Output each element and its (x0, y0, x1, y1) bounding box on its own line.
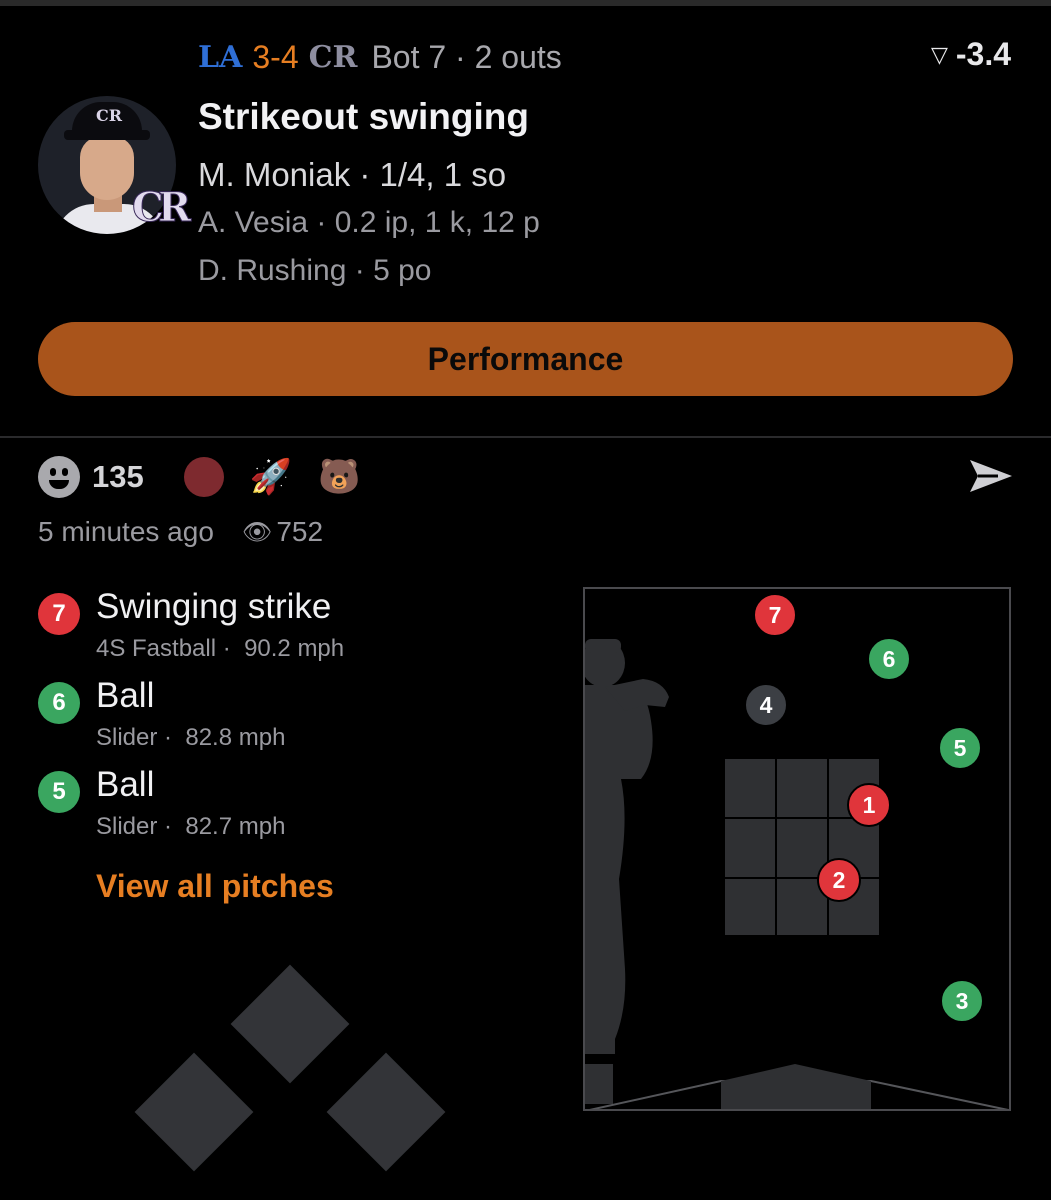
team-logo-badge: CR (131, 184, 191, 232)
pitcher-line[interactable]: A. Vesia · 0.2 ip, 1 k, 12 p (198, 206, 540, 240)
bases-diamond (134, 964, 446, 1172)
top-border (0, 0, 1051, 6)
cap-logo-icon: CR (96, 106, 123, 125)
divider (0, 436, 1051, 438)
performance-button[interactable]: Performance (38, 322, 1013, 396)
win-probability-arrow-icon: ▽ (930, 41, 948, 67)
smiley-reaction-icon[interactable] (38, 456, 80, 498)
pitch-marker[interactable]: 6 (867, 637, 911, 681)
play-title: Strikeout swinging (198, 96, 529, 137)
views-icon: 👁 (241, 518, 273, 546)
view-count: 752 (276, 516, 324, 547)
reactions-bar: 135 🚀 🐻 (38, 452, 360, 502)
strike-zone-plot[interactable]: 1 2 3 4 5 6 7 (583, 587, 1011, 1111)
pitch-result: Swinging strike (96, 587, 332, 626)
pitch-marker[interactable]: 5 (938, 726, 982, 770)
strike-zone-grid (725, 759, 879, 935)
reaction-count: 135 (92, 459, 144, 494)
time-ago: 5 minutes ago (38, 516, 214, 547)
pitch-speed: 82.8 mph (185, 724, 286, 751)
share-icon[interactable] (968, 456, 1014, 496)
inning-info: Bot 7 · 2 outs (371, 38, 562, 75)
pitch-marker[interactable]: 4 (744, 683, 788, 727)
pitch-number-badge: 6 (38, 682, 80, 724)
rockies-logo-icon: CR (308, 39, 358, 75)
pitch-type: Slider (96, 724, 158, 751)
pitch-number-badge: 7 (38, 593, 80, 635)
pitch-detail: Slider · 82.7 mph (96, 813, 286, 840)
home-plate (589, 1064, 1009, 1109)
batter-line[interactable]: M. Moniak · 1/4, 1 so (198, 156, 506, 194)
win-probability-delta: -3.4 (955, 36, 1011, 72)
score: 3-4 (252, 38, 299, 75)
win-probability[interactable]: ▽ -3.4 (931, 36, 1011, 73)
pitch-speed: 82.7 mph (185, 813, 286, 840)
batter-silhouette-icon (585, 639, 669, 1104)
pitch-marker[interactable]: 1 (847, 783, 891, 827)
fielder-line[interactable]: D. Rushing · 5 po (198, 254, 431, 288)
rocket-reaction-icon[interactable]: 🚀 (250, 457, 292, 497)
pitch-type: 4S Fastball (96, 635, 217, 662)
game-score-header[interactable]: LA 3-4 CR Bot 7 · 2 outs (198, 34, 562, 80)
pitch-result: Ball (96, 676, 155, 715)
pitch-marker[interactable]: 3 (940, 979, 984, 1023)
pitch-detail: Slider · 82.8 mph (96, 724, 286, 751)
pitch-marker[interactable]: 2 (817, 858, 861, 902)
third-base-icon (134, 1052, 254, 1172)
dodgers-logo-icon: LA (198, 39, 243, 75)
pitch-marker[interactable]: 7 (753, 593, 797, 637)
second-base-icon (230, 964, 350, 1084)
red-circle-reaction-icon[interactable] (183, 457, 224, 497)
pitch-speed: 90.2 mph (244, 635, 345, 662)
pitch-type: Slider (96, 813, 158, 840)
pitch-number-badge: 5 (38, 771, 80, 813)
first-base-icon (326, 1052, 446, 1172)
post-meta: 5 minutes ago 👁 752 (38, 516, 323, 548)
pitch-result: Ball (96, 765, 155, 804)
strike-zone-graphic (585, 639, 1009, 1109)
pitch-detail: 4S Fastball · 90.2 mph (96, 635, 345, 662)
view-all-pitches-link[interactable]: View all pitches (96, 868, 334, 905)
mascot-reaction-icon[interactable]: 🐻 (318, 457, 360, 497)
